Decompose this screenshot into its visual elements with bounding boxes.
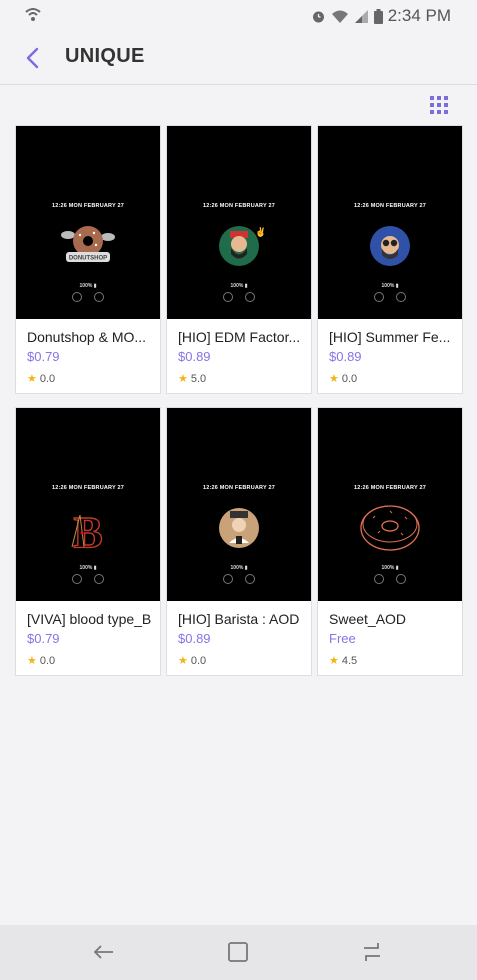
- theme-preview: 12:26 MON FEBRUARY 27 DONUTSHOP 100% ▮: [16, 126, 160, 319]
- theme-preview: 12:26 MON FEBRUARY 27 100% ▮: [318, 408, 462, 601]
- theme-grid: 12:26 MON FEBRUARY 27 DONUTSHOP 100% ▮ D…: [15, 125, 463, 676]
- theme-price: $0.89: [178, 631, 211, 646]
- rating-value: 0.0: [39, 372, 56, 385]
- star-icon: ★: [27, 655, 37, 667]
- rating-value: 0.0: [341, 372, 358, 385]
- theme-card-summer-festival[interactable]: 12:26 MON FEBRUARY 27 100% ▮ [HIO] Summe…: [317, 125, 463, 394]
- theme-card-blood-type-b[interactable]: 12:26 MON FEBRUARY 27 B 100% ▮ [VIVA] bl…: [15, 407, 161, 676]
- battery-icon: [373, 8, 383, 24]
- back-arrow-icon[interactable]: [20, 44, 48, 72]
- status-time: 2:34 PM: [387, 6, 451, 25]
- preview-call-icon: [223, 292, 233, 302]
- donut-shop-art: DONUTSHOP: [61, 226, 115, 262]
- star-icon: ★: [178, 373, 188, 385]
- star-icon: ★: [178, 655, 188, 667]
- theme-rating: ★ 5.0: [178, 372, 308, 386]
- preview-message-icon: [245, 292, 255, 302]
- theme-preview: 12:26 MON FEBRUARY 27 ✌ 100% ▮: [167, 126, 311, 319]
- theme-rating: ★ 0.0: [27, 372, 157, 386]
- preview-clock: 12:26 MON FEBRUARY 27: [51, 485, 125, 491]
- preview-battery: 100% ▮: [230, 283, 248, 289]
- theme-name: [HIO] Barista : AOD: [178, 611, 300, 627]
- star-icon: ★: [329, 655, 339, 667]
- theme-rating: ★ 4.5: [329, 654, 459, 668]
- status-bar: 2:34 PM: [0, 0, 477, 32]
- preview-call-icon: [72, 574, 82, 584]
- alarm-icon: [312, 11, 324, 22]
- star-icon: ★: [27, 373, 37, 385]
- preview-clock: 12:26 MON FEBRUARY 27: [353, 203, 427, 209]
- blood-type-b-art: B: [71, 507, 103, 553]
- svg-text:✌: ✌: [255, 226, 266, 238]
- theme-card-sweet-aod[interactable]: 12:26 MON FEBRUARY 27 100% ▮ Sweet_AOD F…: [317, 407, 463, 676]
- barista-art: [219, 508, 259, 548]
- preview-battery: 100% ▮: [230, 565, 248, 571]
- theme-name: [HIO] Summer Fe...: [329, 329, 451, 345]
- back-nav-icon[interactable]: [90, 938, 118, 966]
- rating-value: 5.0: [190, 372, 207, 385]
- theme-preview: 12:26 MON FEBRUARY 27 100% ▮: [318, 126, 462, 319]
- theme-preview: 12:26 MON FEBRUARY 27 100% ▮: [167, 408, 311, 601]
- rating-value: 4.5: [341, 654, 358, 667]
- preview-call-icon: [374, 574, 384, 584]
- preview-clock: 12:26 MON FEBRUARY 27: [202, 485, 276, 491]
- preview-battery: 100% ▮: [79, 283, 97, 289]
- preview-message-icon: [396, 574, 406, 584]
- edm-dj-art: ✌: [219, 226, 266, 266]
- donut-outline-art: [360, 505, 420, 551]
- theme-card-donutshop[interactable]: 12:26 MON FEBRUARY 27 DONUTSHOP 100% ▮ D…: [15, 125, 161, 394]
- preview-message-icon: [94, 292, 104, 302]
- theme-card-edm-factory[interactable]: 12:26 MON FEBRUARY 27 ✌ 100% ▮ [HIO] EDM…: [166, 125, 312, 394]
- theme-price: $0.89: [329, 349, 362, 364]
- donutshop-logo-text: DONUTSHOP: [69, 256, 107, 262]
- rating-value: 0.0: [39, 654, 56, 667]
- home-nav-icon[interactable]: [224, 938, 252, 966]
- grid-view-icon[interactable]: [430, 96, 448, 114]
- preview-battery: 100% ▮: [381, 565, 399, 571]
- rating-value: 0.0: [190, 654, 207, 667]
- theme-price: $0.79: [27, 349, 60, 364]
- theme-price: $0.89: [178, 349, 211, 364]
- system-nav-bar: [0, 925, 477, 980]
- theme-rating: ★ 0.0: [27, 654, 157, 668]
- theme-name: [VIVA] blood type_B: [27, 611, 152, 627]
- page-title: UNIQUE: [65, 45, 145, 67]
- theme-card-barista[interactable]: 12:26 MON FEBRUARY 27 100% ▮ [HIO] Baris…: [166, 407, 312, 676]
- preview-clock: 12:26 MON FEBRUARY 27: [353, 485, 427, 491]
- preview-message-icon: [396, 292, 406, 302]
- preview-message-icon: [94, 574, 104, 584]
- theme-name: Sweet_AOD: [329, 611, 407, 627]
- theme-rating: ★ 0.0: [329, 372, 459, 386]
- preview-clock: 12:26 MON FEBRUARY 27: [202, 203, 276, 209]
- theme-preview: 12:26 MON FEBRUARY 27 B 100% ▮: [16, 408, 160, 601]
- recents-nav-icon[interactable]: [358, 938, 386, 966]
- theme-price: $0.79: [27, 631, 60, 646]
- preview-battery: 100% ▮: [79, 565, 97, 571]
- wifi-icon: [331, 10, 348, 23]
- theme-name: [HIO] EDM Factor...: [178, 329, 301, 345]
- data-sync-icon: [25, 8, 41, 21]
- preview-call-icon: [223, 574, 233, 584]
- svg-text:B: B: [73, 508, 102, 553]
- preview-battery: 100% ▮: [381, 283, 399, 289]
- signal-icon: [354, 9, 368, 23]
- app-bar: UNIQUE: [0, 32, 477, 85]
- summer-festival-art: [370, 226, 410, 266]
- theme-rating: ★ 0.0: [178, 654, 308, 668]
- preview-call-icon: [374, 292, 384, 302]
- theme-price: Free: [329, 631, 356, 646]
- preview-clock: 12:26 MON FEBRUARY 27: [51, 203, 125, 209]
- preview-call-icon: [72, 292, 82, 302]
- preview-message-icon: [245, 574, 255, 584]
- star-icon: ★: [329, 373, 339, 385]
- theme-name: Donutshop & MO...: [27, 329, 147, 345]
